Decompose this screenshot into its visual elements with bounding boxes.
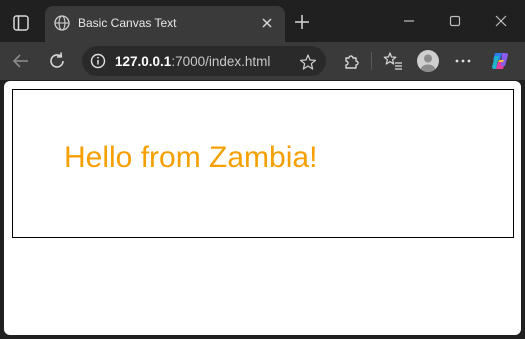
address-path: :7000/index.html [171,54,271,69]
refresh-icon[interactable] [46,50,68,72]
address-host: 127.0.0.1 [115,54,172,69]
info-icon[interactable] [90,53,106,69]
puzzle-icon[interactable] [340,50,362,72]
profile-icon[interactable] [417,50,439,72]
plus-icon[interactable] [292,12,312,32]
address-bar[interactable]: 127.0.0.1:7000/index.html [82,46,326,76]
toolbar-divider [371,52,372,70]
browser-window: Basic Canvas Text 127.0.0.1:7000/index.h… [0,0,525,339]
tab-strip: Basic Canvas Text [0,0,525,44]
tab-title: Basic Canvas Text [78,16,177,30]
close-icon[interactable] [259,15,275,31]
canvas[interactable]: Hello from Zambia! [12,89,514,238]
globe-icon [53,14,71,32]
page-content: Hello from Zambia! [4,81,521,335]
more-icon[interactable] [452,50,474,72]
canvas-text: Hello from Zambia! [64,141,318,174]
star-icon[interactable] [299,53,317,71]
maximize-icon[interactable] [445,11,465,31]
back-arrow-icon[interactable] [10,50,32,72]
tab-actions-icon[interactable] [10,12,32,34]
tab-active[interactable]: Basic Canvas Text [45,6,285,42]
address-url: 127.0.0.1:7000/index.html [115,54,270,69]
toolbar: 127.0.0.1:7000/index.html [0,42,525,80]
close-window-icon[interactable] [491,11,511,31]
favorites-list-icon[interactable] [382,50,404,72]
copilot-icon[interactable] [489,50,511,72]
minimize-icon[interactable] [399,11,419,31]
